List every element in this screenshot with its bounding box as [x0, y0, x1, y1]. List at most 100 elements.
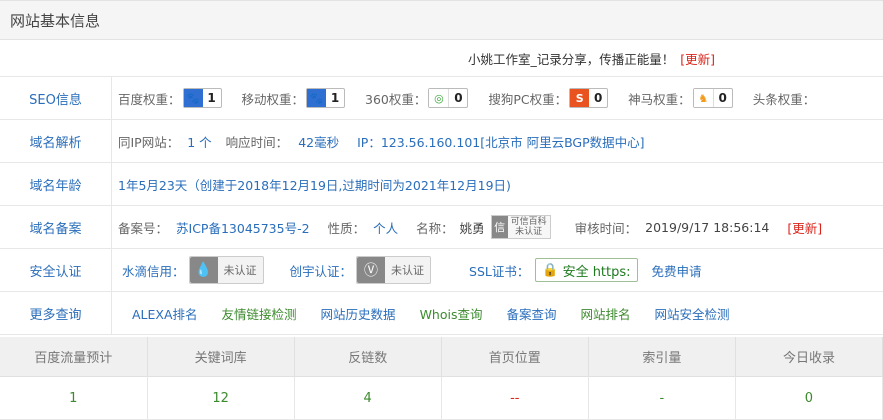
more-query-row: 更多查询 ALEXA排名 友情链接检测 网站历史数据 Whois查询 备案查询 … — [0, 292, 883, 335]
dns-row: 域名解析 同IP网站： 1 个 响应时间： 42毫秒 IP：123.56.160… — [0, 120, 883, 163]
domain-age-value: 1年5月23天（创建于2018年12月19日,过期时间为2021年12月19日) — [118, 177, 511, 193]
sogou-weight-label: 搜狗PC权重： — [488, 91, 568, 107]
water-drop-icon: 💧 — [189, 257, 218, 283]
site-rank-link[interactable]: 网站排名 — [581, 304, 631, 323]
icp-name-label: 名称： — [416, 220, 454, 236]
homepage-position-value: -- — [441, 376, 589, 420]
icp-number-link[interactable]: 苏ICP备13045735号-2 — [176, 218, 310, 237]
slogan-update-link[interactable]: [更新] — [680, 49, 715, 68]
audit-time-label: 审核时间： — [574, 220, 638, 236]
response-time-value: 42毫秒 — [298, 134, 340, 150]
stats-value-row: 1 12 4 -- - 0 — [0, 376, 883, 420]
dns-label: 域名解析 — [0, 120, 112, 162]
lock-icon: 🔒 — [542, 262, 559, 278]
site-history-link[interactable]: 网站历史数据 — [321, 304, 396, 323]
trusted-wiki-line1: 可信百科 — [510, 217, 547, 227]
audit-time-value: 2019/9/17 18:56:14 — [645, 219, 770, 235]
stats-header-row: 百度流量预计 关键词库 反链数 首页位置 索引量 今日收录 — [0, 337, 883, 377]
trust-icon: 信 — [491, 216, 508, 238]
security-row: 安全认证 水滴信用： 💧 未认证 创宇认证： Ⓥ 未认证 SSL证书： 🔒 安全… — [0, 249, 883, 292]
v-shield-icon: Ⓥ — [357, 257, 386, 283]
icp-nature-value: 个人 — [373, 220, 399, 236]
domain-age-row: 域名年龄 1年5月23天（创建于2018年12月19日,过期时间为2021年12… — [0, 163, 883, 206]
mobile-weight-label: 移动权重： — [241, 91, 305, 107]
dns-content: 同IP网站： 1 个 响应时间： 42毫秒 IP：123.56.160.101[… — [112, 132, 883, 151]
icp-content: 备案号： 苏ICP备13045735号-2 性质： 个人 名称： 姚勇 信 可信… — [112, 215, 883, 239]
icp-nature-label: 性质： — [327, 220, 366, 236]
response-time-label: 响应时间： — [225, 134, 289, 150]
ssl-label: SSL证书： — [469, 263, 530, 279]
chuangyu-badge-text: 未认证 — [391, 264, 425, 277]
chuangyu-label: 创宇认证： — [289, 263, 353, 279]
site-slogan: 小姚工作室_记录分享，传播正能量！ — [467, 51, 675, 67]
site-security-link[interactable]: 网站安全检测 — [655, 304, 730, 323]
seo-row: SEO信息 百度权重： 🐾 1 移动权重： 🐾 1 360权重： ◎ 0 搜狗P… — [0, 77, 883, 120]
shuidi-credit-label: 水滴信用： — [122, 263, 185, 279]
friend-link-check-link[interactable]: 友情链接检测 — [222, 304, 297, 323]
keyword-count-value[interactable]: 12 — [147, 376, 295, 420]
domain-age-label: 域名年龄 — [0, 163, 112, 205]
mobile-weight-value: 1 — [330, 91, 340, 105]
baidu-weight-value: 1 — [207, 91, 216, 105]
ip-address-link[interactable]: IP：123.56.160.101[北京市 阿里云BGP数据中心] — [357, 132, 644, 151]
whois-query-link[interactable]: Whois查询 — [420, 304, 483, 323]
stats-header: 索引量 — [588, 337, 736, 377]
slogan-row: 小姚工作室_记录分享，传播正能量！ [更新] — [0, 40, 883, 77]
360-weight-label: 360权重： — [365, 91, 427, 107]
sogou-icon: S — [570, 89, 590, 107]
baidu-paw-icon: 🐾 — [183, 89, 203, 107]
sogou-weight-badge[interactable]: S 0 — [569, 88, 609, 108]
trusted-wiki-text: 可信百科 未认证 — [511, 217, 550, 237]
panel-title: 网站基本信息 — [10, 11, 101, 30]
alexa-rank-link[interactable]: ALEXA排名 — [132, 304, 198, 323]
chuangyu-badge[interactable]: Ⓥ 未认证 — [356, 256, 432, 284]
seo-content: 百度权重： 🐾 1 移动权重： 🐾 1 360权重： ◎ 0 搜狗PC权重： S… — [112, 88, 883, 108]
icp-name-value: 姚勇 — [459, 220, 485, 236]
more-query-links: ALEXA排名 友情链接检测 网站历史数据 Whois查询 备案查询 网站排名 … — [112, 304, 883, 323]
baidu-weight-badge[interactable]: 🐾 1 — [182, 88, 222, 108]
stats-header: 首页位置 — [441, 337, 589, 377]
mobile-weight-badge[interactable]: 🐾 1 — [306, 88, 346, 108]
baidu-traffic-value[interactable]: 1 — [0, 376, 148, 420]
more-query-label: 更多查询 — [0, 292, 112, 334]
trusted-wiki-badge[interactable]: 信 可信百科 未认证 — [490, 215, 551, 239]
shenma-icon: ♞ — [693, 89, 714, 107]
ssl-badge-text: 安全 https: — [562, 264, 631, 280]
360-icon: ◎ — [429, 89, 450, 107]
shuidi-badge[interactable]: 💧 未认证 — [188, 256, 264, 284]
seo-label: SEO信息 — [0, 77, 112, 119]
stats-table: 百度流量预计 关键词库 反链数 首页位置 索引量 今日收录 1 12 4 -- … — [0, 337, 883, 420]
backlink-count-value[interactable]: 4 — [294, 376, 442, 420]
shenma-weight-badge[interactable]: ♞ 0 — [692, 88, 733, 108]
360-weight-value: 0 — [454, 91, 463, 105]
toutiao-weight-label: 头条权重： — [752, 91, 816, 107]
shenma-weight-label: 神马权重： — [628, 91, 691, 107]
same-ip-label: 同IP网站： — [118, 134, 180, 150]
sogou-weight-value: 0 — [593, 91, 603, 105]
shenma-weight-value: 0 — [718, 91, 727, 105]
stats-header: 关键词库 — [147, 337, 295, 377]
shuidi-badge-text: 未认证 — [223, 264, 257, 277]
baidu-weight-label: 百度权重： — [118, 91, 181, 107]
stats-header: 百度流量预计 — [0, 337, 148, 377]
icp-update-link[interactable]: [更新] — [787, 218, 822, 237]
stats-header: 反链数 — [294, 337, 442, 377]
baidu-paw-icon: 🐾 — [307, 89, 327, 107]
ssl-free-apply-link[interactable]: 免费申请 — [652, 261, 702, 280]
domain-age-content: 1年5月23天（创建于2018年12月19日,过期时间为2021年12月19日) — [112, 175, 883, 194]
icp-number-label: 备案号： — [118, 220, 169, 236]
icp-row: 域名备案 备案号： 苏ICP备13045735号-2 性质： 个人 名称： 姚勇… — [0, 206, 883, 249]
security-label: 安全认证 — [0, 249, 112, 291]
stats-header: 今日收录 — [735, 337, 883, 377]
security-content: 水滴信用： 💧 未认证 创宇认证： Ⓥ 未认证 SSL证书： 🔒 安全 http… — [112, 256, 883, 284]
icp-query-link[interactable]: 备案查询 — [506, 304, 556, 323]
panel-header: 网站基本信息 — [0, 0, 883, 40]
360-weight-badge[interactable]: ◎ 0 — [428, 88, 469, 108]
site-info-panel: 网站基本信息 小姚工作室_记录分享，传播正能量！ [更新] SEO信息 百度权重… — [0, 0, 883, 420]
index-count-value: - — [588, 376, 736, 420]
same-ip-link[interactable]: 1 个 — [187, 132, 211, 151]
ssl-badge[interactable]: 🔒 安全 https: — [535, 258, 638, 282]
today-indexed-value[interactable]: 0 — [735, 376, 883, 420]
trusted-wiki-line2: 未认证 — [515, 227, 543, 237]
icp-label: 域名备案 — [0, 206, 112, 248]
